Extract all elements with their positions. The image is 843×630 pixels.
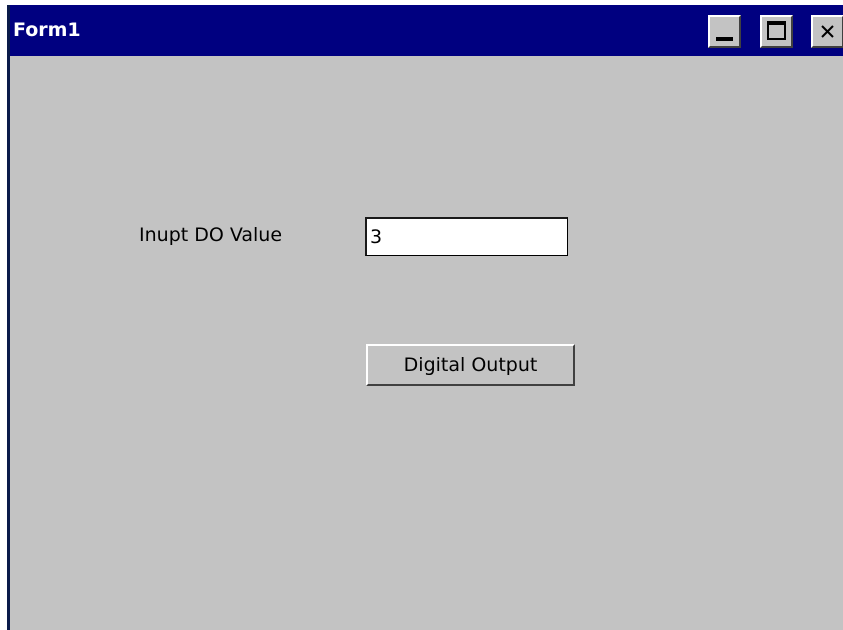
minimize-icon	[716, 37, 733, 41]
digital-output-button[interactable]: Digital Output	[366, 344, 575, 386]
title-bar[interactable]: Form1	[10, 5, 843, 56]
minimize-button[interactable]	[708, 15, 741, 48]
do-value-label: Inupt DO Value	[139, 224, 283, 246]
close-icon	[821, 25, 834, 38]
close-button[interactable]	[811, 15, 843, 48]
form1-window: Form1 Inupt DO Value Digital Output	[7, 5, 843, 630]
maximize-icon	[767, 21, 786, 40]
maximize-button[interactable]	[760, 15, 793, 48]
window-title: Form1	[13, 19, 81, 41]
do-value-input[interactable]	[365, 217, 568, 256]
